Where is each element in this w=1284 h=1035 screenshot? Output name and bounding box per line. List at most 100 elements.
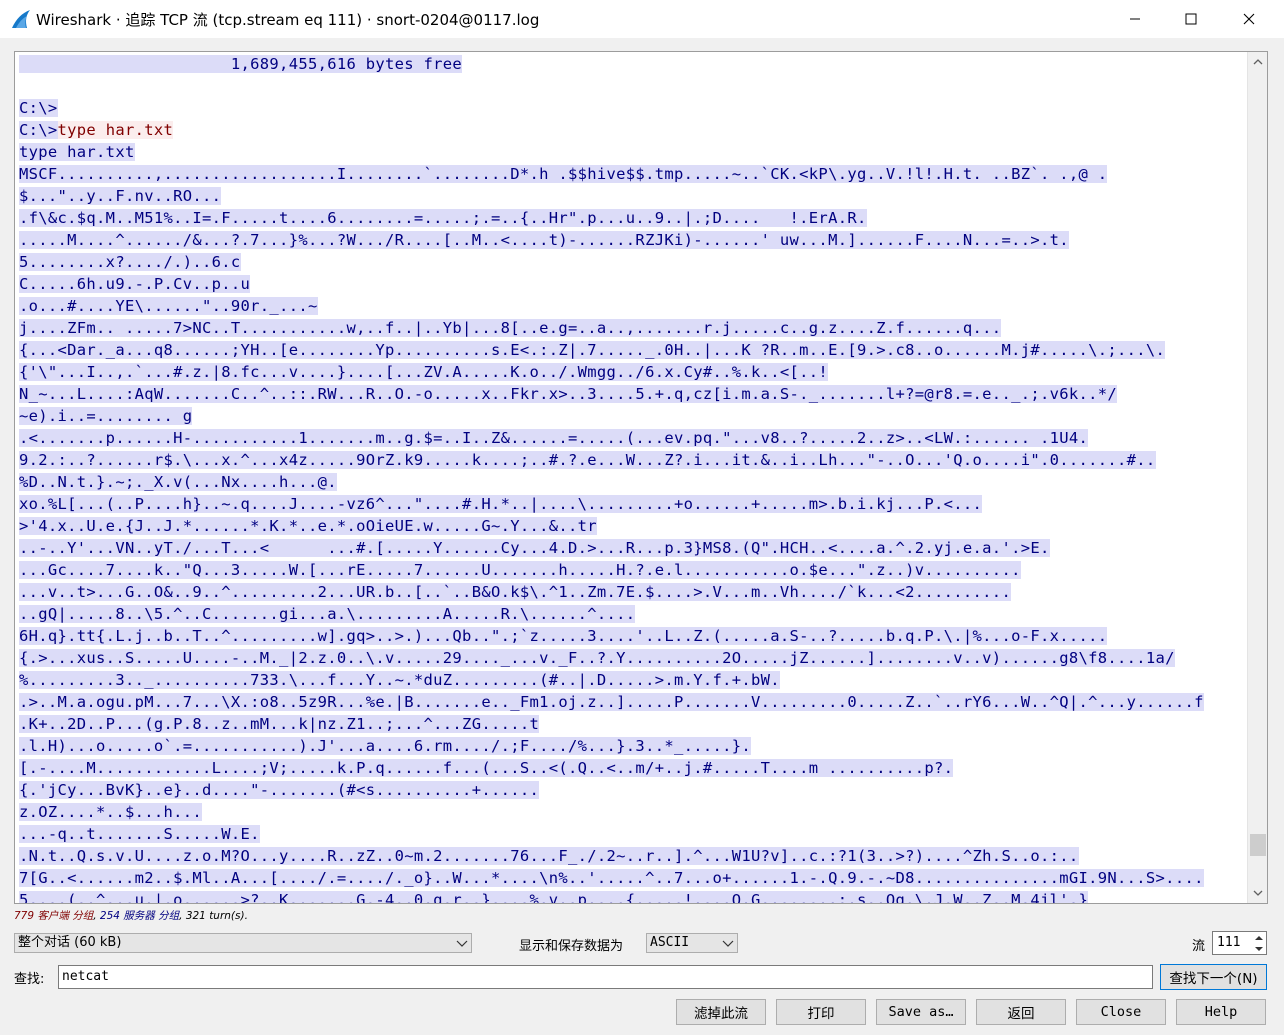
- stream-line: C:\>type har.txt: [19, 119, 174, 141]
- conversation-select[interactable]: 整个对话 (60 kB): [14, 933, 472, 953]
- stream-line: 5........x?..../.)..6.c: [19, 251, 241, 273]
- server-data: ~e).i..=........ g: [19, 407, 193, 425]
- stream-line: %.........3.._..........733.\...f...Y..~…: [19, 669, 780, 691]
- stream-line: type har.txt: [19, 141, 135, 163]
- stream-line: ..gQ|.....8..\5.^..C.......gi...a.\.....…: [19, 603, 636, 625]
- server-data: .....M....^....../&...?.7...}%...?W.../R…: [19, 231, 1069, 249]
- conversation-select-value: 整个对话 (60 kB): [18, 935, 122, 950]
- server-data: %.........3.._..........733.\...f...Y..~…: [19, 671, 780, 689]
- stream-line: N_~...L....:AqW.......C..^..::.RW...R..O…: [19, 383, 1118, 405]
- save-as-button[interactable]: Save as…: [876, 999, 966, 1025]
- server-data: .o...#....YE\......"..90r._...~: [19, 297, 318, 315]
- server-data: 5........x?..../.)..6.c: [19, 253, 241, 271]
- server-data: C:\>: [19, 121, 58, 139]
- help-button[interactable]: Help: [1176, 999, 1266, 1025]
- stream-line: C:\>: [19, 97, 58, 119]
- server-data: .N.t..Q.s.v.U....z.o.M?O...y....R..zZ..0…: [19, 847, 1079, 865]
- scroll-up-button[interactable]: [1248, 52, 1267, 72]
- stream-line: 6H.q}.tt{.L.j..b..T..^.........w].gq>..>…: [19, 625, 1108, 647]
- server-data: [.-....M............L....;V;.....k.P.q..…: [19, 759, 954, 777]
- close-button[interactable]: Close: [1076, 999, 1166, 1025]
- stream-line: ...v..t>...G..O&..9..^.........2...UR.b.…: [19, 581, 1012, 603]
- find-label: 查找:: [14, 972, 45, 987]
- chevron-up-icon: [1254, 935, 1263, 940]
- server-data: C.....6h.u9.-.P.Cv..p..u: [19, 275, 251, 293]
- server-data: ...Gc....7....k.."Q...3.....W.[...rE....…: [19, 561, 1021, 579]
- stream-line: MSCF..........,..................I......…: [19, 163, 1108, 185]
- server-data: {...<Dar._a...q8......;YH..[e........Yp.…: [19, 341, 1166, 359]
- maximize-icon: [1185, 13, 1197, 25]
- server-data: .<.......p......H-...........1.......m..…: [19, 429, 1089, 447]
- window-title: Wireshark · 追踪 TCP 流 (tcp.stream eq 111)…: [36, 11, 540, 29]
- server-data: ..-..Y'...VN..yT./...T...< ...#.[.....Y.…: [19, 539, 1050, 557]
- server-data: ..gQ|.....8..\5.^..C.......gi...a.\.....…: [19, 605, 636, 623]
- stream-line: z.OZ....*..$...h...: [19, 801, 203, 823]
- close-window-button[interactable]: [1226, 0, 1272, 38]
- server-data: .l.H)...o.....o`.=...........).J'...a...…: [19, 737, 752, 755]
- stream-line: .f\&c.$q.M..M51%..I=.F.....t....6.......…: [19, 207, 867, 229]
- server-data: {.>...xus..S.....U....-..M._|2.z.0..\.v.…: [19, 649, 1175, 667]
- stream-number-spinbox[interactable]: 111: [1212, 931, 1267, 955]
- stream-line: ...-q..t.......S.....W.E.: [19, 823, 260, 845]
- chevron-down-icon: [456, 940, 468, 947]
- wireshark-fin-icon: [12, 10, 30, 28]
- server-data: j....ZFm.. .....7>NC..T...........w,..f.…: [19, 319, 1002, 337]
- server-data: z.OZ....*..$...h...: [19, 803, 203, 821]
- chevron-down-icon: [1253, 890, 1263, 896]
- server-data: %D..N.t.}.~;._X.v(...Nx....h...@.: [19, 473, 337, 491]
- stream-line: {...<Dar._a...q8......;YH..[e........Yp.…: [19, 339, 1166, 361]
- stream-line: xo.%L[...(..P....h}..~.q....J....-vz6^..…: [19, 493, 983, 515]
- minimize-button[interactable]: [1112, 0, 1158, 38]
- stream-line: %D..N.t.}.~;._X.v(...Nx....h...@.: [19, 471, 337, 493]
- scroll-down-button[interactable]: [1248, 883, 1267, 903]
- maximize-button[interactable]: [1168, 0, 1214, 38]
- stream-line: j....ZFm.. .....7>NC..T...........w,..f.…: [19, 317, 1002, 339]
- find-input[interactable]: netcat: [58, 965, 1153, 989]
- close-icon: [1243, 13, 1255, 25]
- server-data: xo.%L[...(..P....h}..~.q....J....-vz6^..…: [19, 495, 983, 513]
- vertical-scrollbar[interactable]: [1247, 52, 1267, 903]
- stream-line: 1,689,455,616 bytes free: [19, 53, 463, 75]
- stream-line: .>..M.a.ogu.pM...7...\X.:o8..5z9R...%e.|…: [19, 691, 1204, 713]
- server-data: 9.2.:..?......r$.\...x.^...x4z.....9OrZ.…: [19, 451, 1156, 469]
- stream-increment-button[interactable]: [1251, 932, 1266, 943]
- server-data: {.'jCy...BvK}..e}..d...."-.......(#<s...…: [19, 781, 540, 799]
- stream-line: ...Gc....7....k.."Q...3.....W.[...rE....…: [19, 559, 1021, 581]
- encoding-label: 显示和保存数据为: [519, 939, 624, 954]
- server-data: type har.txt: [19, 143, 135, 161]
- stream-text[interactable]: 1,689,455,616 bytes free C:\> C:\>type har…: [19, 52, 1245, 903]
- stream-line: ..-..Y'...VN..yT./...T...< ...#.[.....Y.…: [19, 537, 1050, 559]
- chevron-down-icon: [722, 940, 734, 947]
- server-data: >'4.x..U.e.{J..J.*......*.K.*..e.*.oOieU…: [19, 517, 597, 535]
- stream-line: 5....(..^...u.|.o......>?..K.......G.-4.…: [19, 889, 1089, 903]
- stream-line: .N.t..Q.s.v.U....z.o.M?O...y....R..zZ..0…: [19, 845, 1079, 867]
- stream-line: .l.H)...o.....o`.=...........).J'...a...…: [19, 735, 752, 757]
- find-next-button[interactable]: 查找下一个(N): [1160, 964, 1267, 990]
- stream-line: .K+..2D..P...(g.P.8..z..mM...k|nz.Z1..;.…: [19, 713, 540, 735]
- server-data: MSCF..........,..................I......…: [19, 165, 1108, 183]
- stream-decrement-button[interactable]: [1251, 943, 1266, 954]
- chevron-down-icon: [1254, 946, 1263, 951]
- print-button[interactable]: 打印: [776, 999, 866, 1025]
- server-data: {'\"...I..,.`...#.z.|8.fc...v....}....[.…: [19, 363, 829, 381]
- server-data: 6H.q}.tt{.L.j..b..T..^.........w].gq>..>…: [19, 627, 1108, 645]
- server-data: 5....(..^...u.|.o......>?..K.......G.-4.…: [19, 891, 1089, 903]
- server-data: C:\>: [19, 99, 58, 117]
- server-data: ...v..t>...G..O&..9..^.........2...UR.b.…: [19, 583, 1012, 601]
- server-data: 7[G..<......m2..$.Ml..A...[..../.=..../.…: [19, 869, 1204, 887]
- server-data: 1,689,455,616 bytes free: [19, 55, 463, 73]
- encoding-select[interactable]: ASCII: [646, 933, 738, 953]
- server-data: $..."..y..F.nv..RO...: [19, 187, 222, 205]
- stream-line: {.>...xus..S.....U....-..M._|2.z.0..\.v.…: [19, 647, 1175, 669]
- stream-content-pane[interactable]: 1,689,455,616 bytes free C:\> C:\>type har…: [14, 51, 1268, 904]
- scrollbar-thumb[interactable]: [1250, 834, 1266, 856]
- stream-line: [.-....M............L....;V;.....k.P.q..…: [19, 757, 954, 779]
- back-button[interactable]: 返回: [976, 999, 1066, 1025]
- client-data: type har.txt: [57, 121, 174, 139]
- server-data: .K+..2D..P...(g.P.8..z..mM...k|nz.Z1..;.…: [19, 715, 540, 733]
- stream-line: .o...#....YE\......"..90r._...~: [19, 295, 318, 317]
- filter-out-button[interactable]: 滤掉此流: [676, 999, 766, 1025]
- stream-line: C.....6h.u9.-.P.Cv..p..u: [19, 273, 251, 295]
- stream-line: .<.......p......H-...........1.......m..…: [19, 427, 1089, 449]
- stream-line: ~e).i..=........ g: [19, 405, 193, 427]
